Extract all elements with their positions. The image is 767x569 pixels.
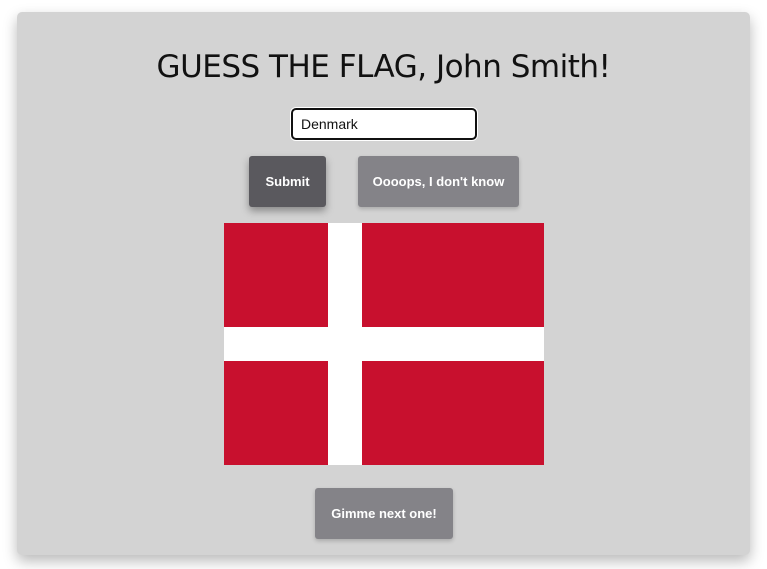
flag-cross-horizontal [224, 327, 544, 361]
page-title: GUESS THE FLAG, John Smith! [156, 49, 611, 85]
submit-button[interactable]: Submit [249, 156, 326, 207]
flag-image [224, 223, 544, 465]
guess-input[interactable] [291, 108, 477, 140]
game-card: GUESS THE FLAG, John Smith! Submit Oooop… [17, 12, 750, 555]
next-flag-button[interactable]: Gimme next one! [315, 488, 453, 539]
dont-know-button[interactable]: Oooops, I don't know [358, 156, 519, 207]
